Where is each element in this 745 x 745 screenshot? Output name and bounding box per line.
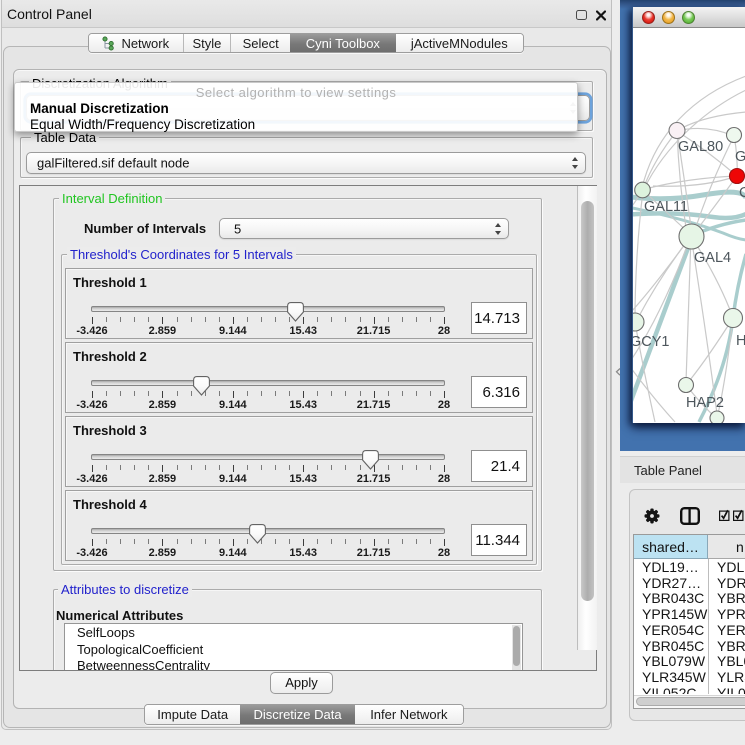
svg-text:GA: GA: [735, 149, 745, 165]
svg-text:GAL11: GAL11: [644, 199, 688, 215]
svg-text:GCY1: GCY1: [633, 334, 670, 350]
svg-text:C: C: [739, 185, 745, 201]
svg-text:GAL4: GAL4: [694, 250, 731, 266]
svg-text:H: H: [736, 333, 745, 349]
svg-text:HAP2: HAP2: [686, 395, 724, 411]
svg-text:GAL80: GAL80: [678, 139, 723, 155]
